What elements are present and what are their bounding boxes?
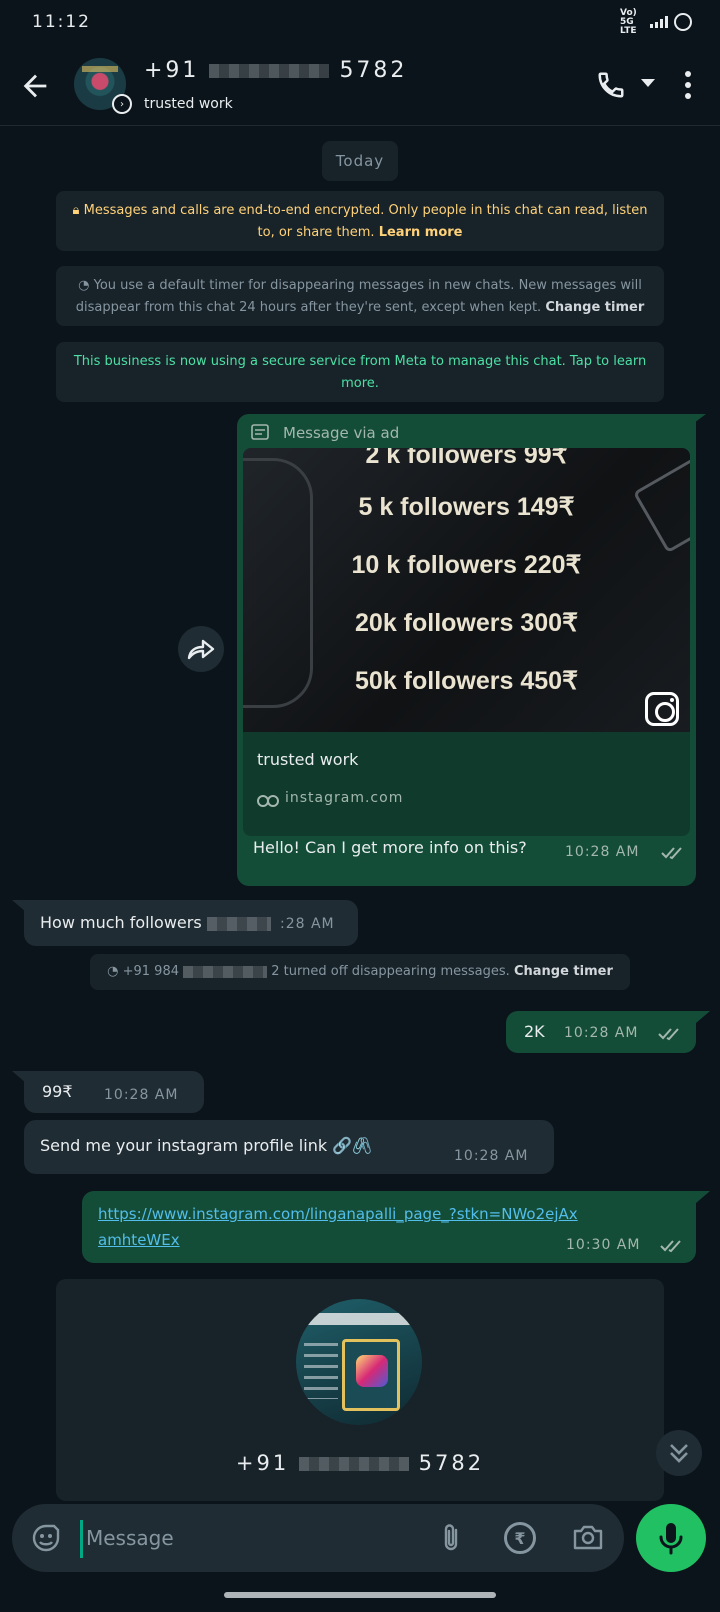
message-time: 10:28 AM <box>565 844 640 860</box>
ad-message-bubble[interactable]: Message via ad 2 k followers 99₹ 5 k fol… <box>237 414 696 886</box>
double-check-icon <box>660 1240 681 1253</box>
contact-profile-photo[interactable] <box>296 1299 422 1425</box>
message-composer: ₹ <box>12 1504 624 1572</box>
chevron-down-icon[interactable] <box>640 77 656 89</box>
bubble-tail <box>690 414 706 426</box>
message-time: 10:28 AM <box>454 1148 529 1164</box>
message-text: 99₹ <box>42 1082 73 1101</box>
redacted-number <box>209 64 330 78</box>
timer-icon: ◔ <box>78 278 90 293</box>
sticker-emoji-icon[interactable] <box>30 1522 62 1554</box>
back-arrow-icon[interactable] <box>18 69 52 103</box>
ad-card-title: trusted work <box>257 750 359 769</box>
network-label: Vo) 5G LTE <box>620 7 637 36</box>
message-bubble-incoming[interactable]: Send me your instagram profile link 🔗🖇️ … <box>24 1120 554 1174</box>
status-time: 11:12 <box>32 12 91 32</box>
microphone-icon <box>659 1523 683 1555</box>
ad-header-label: Message via ad <box>283 424 400 442</box>
link-icon <box>257 795 279 807</box>
redacted-number <box>183 965 268 978</box>
message-bubble-incoming[interactable]: 99₹ 10:28 AM <box>24 1071 204 1113</box>
phone-icon[interactable] <box>596 70 626 100</box>
instagram-profile-link[interactable]: https://www.instagram.com/linganapalli_p… <box>98 1201 578 1253</box>
message-text: How much followers <box>40 913 271 932</box>
message-text: Send me your instagram profile link 🔗🖇️ <box>40 1136 373 1155</box>
price-tier: 2 k followers 99₹ <box>365 448 568 469</box>
message-bubble-outgoing[interactable]: 2K 10:28 AM <box>506 1011 696 1053</box>
text-cursor <box>80 1520 83 1558</box>
contact-name[interactable]: +91 5782 <box>144 58 407 83</box>
disappearing-off-notice: ◔ +91 984 2 turned off disappearing mess… <box>90 954 630 990</box>
price-tier: 20k followers 300₹ <box>355 609 578 637</box>
bubble-tail <box>696 1191 710 1203</box>
double-chevron-down-icon <box>670 1444 688 1463</box>
microphone-button[interactable] <box>636 1504 706 1572</box>
battery-ring-icon <box>674 13 692 31</box>
disappearing-timer-notice: ◔ You use a default timer for disappeari… <box>56 266 664 326</box>
meta-business-notice[interactable]: This business is now using a secure serv… <box>56 342 664 402</box>
date-divider: Today <box>322 141 398 181</box>
status-bar: 11:12 Vo) 5G LTE <box>0 0 720 44</box>
double-check-icon <box>661 847 682 860</box>
lock-icon: 🔒︎ <box>72 203 80 218</box>
camera-icon[interactable] <box>572 1522 604 1552</box>
chevron-right-badge-icon: › <box>112 94 132 114</box>
encryption-notice[interactable]: 🔒︎ Messages and calls are end-to-end enc… <box>56 191 664 251</box>
rupee-payment-icon[interactable]: ₹ <box>504 1522 536 1554</box>
status-icons: Vo) 5G LTE <box>620 7 692 36</box>
message-time: :28 AM <box>280 916 335 932</box>
message-input[interactable] <box>86 1518 406 1558</box>
home-indicator[interactable] <box>224 1592 496 1598</box>
ad-message-icon <box>251 424 269 440</box>
scroll-to-bottom-button[interactable] <box>656 1430 702 1476</box>
signal-icon <box>650 16 668 28</box>
change-timer-link[interactable]: Change timer <box>514 964 613 979</box>
chat-header: › +91 5782 trusted work <box>0 44 720 126</box>
change-timer-link[interactable]: Change timer <box>545 300 644 315</box>
redacted-text <box>206 916 271 931</box>
ad-preview-card[interactable]: 2 k followers 99₹ 5 k followers 149₹ 10 … <box>243 448 690 836</box>
forward-icon <box>187 639 215 660</box>
message-time: 10:30 AM <box>566 1237 641 1253</box>
price-tier: 10 k followers 220₹ <box>351 551 582 579</box>
more-options-icon[interactable] <box>676 68 700 102</box>
learn-more-link[interactable]: Learn more <box>379 225 463 240</box>
instagram-icon <box>645 692 679 726</box>
contact-info-card[interactable]: +91 5782 <box>56 1279 664 1501</box>
message-bubble-outgoing[interactable]: https://www.instagram.com/linganapalli_p… <box>82 1191 696 1263</box>
message-time: 10:28 AM <box>104 1087 179 1103</box>
price-tier: 5 k followers 149₹ <box>358 493 575 521</box>
redacted-number <box>298 1457 409 1471</box>
paperclip-icon[interactable] <box>438 1522 464 1554</box>
message-text: 2K <box>524 1022 545 1041</box>
forward-button[interactable] <box>178 626 224 672</box>
message-bubble-incoming[interactable]: How much followers :28 AM <box>24 900 358 946</box>
contact-subtitle: trusted work <box>144 96 233 112</box>
timer-icon: ◔ <box>107 964 119 979</box>
message-text: Hello! Can I get more info on this? <box>253 838 527 857</box>
bubble-tail <box>696 1011 710 1023</box>
contact-card-name: +91 5782 <box>235 1451 485 1475</box>
price-tier: 50k followers 450₹ <box>355 667 578 695</box>
message-time: 10:28 AM <box>564 1025 639 1041</box>
ad-card-link[interactable]: instagram.com <box>285 790 403 806</box>
ad-image[interactable]: 2 k followers 99₹ 5 k followers 149₹ 10 … <box>243 448 690 732</box>
double-check-icon <box>658 1028 679 1041</box>
